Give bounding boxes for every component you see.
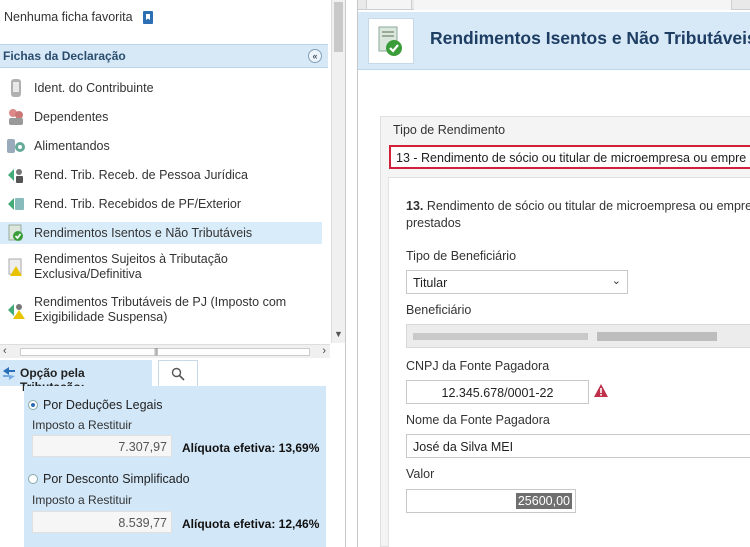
page-title: Rendimentos Isentos e Não Tributáveis	[430, 28, 750, 48]
exclusiva-icon	[8, 258, 22, 276]
option-desconto-simplificado[interactable]: Por Desconto Simplificado	[28, 472, 190, 486]
ficha-label: Alimentandos	[34, 138, 110, 153]
opcao-tabs: Opção pela Tributação:	[0, 360, 346, 394]
tipo-beneficiario-value: Titular	[413, 276, 448, 290]
rendimento-description: 13. Rendimento de sócio ou titular de mi…	[406, 198, 750, 232]
redacted-value	[597, 332, 717, 341]
tipo-beneficiario-select[interactable]: Titular ⌄	[406, 270, 628, 294]
tab-2[interactable]	[414, 0, 732, 10]
fichas-list: Ident. do Contribuinte Dependentes Alime…	[0, 73, 328, 343]
nome-fonte-label: Nome da Fonte Pagadora	[406, 413, 550, 427]
arrows-icon	[3, 367, 15, 380]
tipo-rendimento-select[interactable]: 13 - Rendimento de sócio ou titular de m…	[389, 145, 750, 169]
ficha-label: Rend. Trib. Receb. de Pessoa Jurídica	[34, 167, 249, 182]
ficha-label: Rend. Trib. Recebidos de PF/Exterior	[34, 196, 242, 211]
ficha-rend-pj[interactable]: Rend. Trib. Receb. de Pessoa Jurídica	[0, 164, 322, 186]
left-panel: Nenhuma ficha favorita Fichas da Declara…	[0, 0, 346, 547]
fichas-header[interactable]: Fichas da Declaração «	[0, 44, 328, 68]
cnpj-input[interactable]: 12.345.678/0001-22	[406, 380, 589, 404]
nome-fonte-input[interactable]: José da Silva MEI	[406, 434, 750, 458]
search-icon	[171, 367, 185, 381]
desc-number: 13.	[406, 199, 424, 213]
ficha-label: Dependentes	[34, 109, 109, 124]
redacted-value	[413, 333, 588, 340]
grip-icon: |||	[154, 347, 158, 356]
tab-search[interactable]	[158, 360, 198, 386]
cnpj-label: CNPJ da Fonte Pagadora	[406, 359, 550, 373]
suspensa-icon	[8, 304, 25, 319]
valor-input[interactable]: 25600,00	[406, 489, 576, 513]
desc-text: Rendimento de sócio ou titular de microe…	[406, 199, 750, 230]
horizontal-scrollbar[interactable]: ‹ ||| ›	[0, 344, 330, 358]
tipo-rendimento-label: Tipo de Rendimento	[393, 123, 506, 137]
valor-value: 25600,00	[515, 493, 572, 509]
imposto-value: 8.539,77	[32, 511, 172, 533]
aliquota-efetiva: Alíquota efetiva: 13,69%	[182, 441, 320, 455]
ficha-dependentes[interactable]: Dependentes	[0, 106, 322, 128]
valor-label: Valor	[406, 467, 435, 481]
bookmark-icon[interactable]	[142, 10, 154, 25]
favorites-bar: Nenhuma ficha favorita	[0, 0, 346, 38]
chevron-right-icon[interactable]: ›	[322, 345, 326, 357]
aliquota-efetiva: Alíquota efetiva: 12,46%	[182, 517, 320, 531]
ficha-label: Rendimentos Sujeitos à Tributação Exclus…	[34, 252, 228, 281]
form-container: Tipo de Rendimento 13 - Rendimento de só…	[380, 116, 750, 547]
ficha-alimentandos[interactable]: Alimentandos	[0, 135, 322, 157]
favorites-label: Nenhuma ficha favorita	[4, 10, 133, 24]
imposto-label: Imposto a Restituir	[32, 418, 133, 432]
chevron-down-icon: ⌄	[611, 275, 621, 287]
tab-opcao-tributacao[interactable]: Opção pela Tributação:	[0, 360, 152, 394]
tab-1[interactable]	[366, 0, 412, 10]
imposto-label: Imposto a Restituir	[32, 493, 133, 507]
ficha-isentos[interactable]: Rendimentos Isentos e Não Tributáveis	[0, 222, 322, 244]
alimentandos-icon	[7, 139, 25, 153]
contribuinte-icon	[11, 79, 21, 97]
fichas-title: Fichas da Declaração	[3, 49, 126, 63]
beneficiario-label: Beneficiário	[406, 303, 472, 317]
radio-deducoes[interactable]	[28, 400, 38, 410]
radio-simplificado[interactable]	[28, 474, 38, 484]
option-label: Por Deduções Legais	[43, 398, 163, 412]
ficha-label: Rendimentos Tributáveis de PJ (Imposto c…	[34, 295, 287, 324]
vertical-scrollbar[interactable]: ▼	[331, 0, 345, 343]
tab-strip	[358, 0, 750, 10]
rend-pj-icon	[8, 169, 23, 183]
page-header: Rendimentos Isentos e Não Tributáveis	[358, 12, 750, 70]
imposto-value: 7.307,97	[32, 435, 172, 457]
ficha-suspensa[interactable]: Rendimentos Tributáveis de PJ (Imposto c…	[0, 292, 322, 328]
ficha-ident-contribuinte[interactable]: Ident. do Contribuinte	[0, 77, 322, 99]
option-deducoes-legais[interactable]: Por Deduções Legais	[28, 398, 163, 412]
chevron-down-icon[interactable]: ▼	[334, 329, 343, 339]
ficha-exclusiva[interactable]: Rendimentos Sujeitos à Tributação Exclus…	[0, 249, 322, 285]
collapse-icon[interactable]: «	[308, 49, 322, 63]
dependentes-icon	[9, 109, 23, 125]
ficha-label: Ident. do Contribuinte	[34, 80, 154, 95]
scroll-thumb-horizontal[interactable]	[20, 348, 310, 356]
tipo-beneficiario-label: Tipo de Beneficiário	[406, 249, 517, 263]
chevron-left-icon[interactable]: ‹	[3, 345, 7, 357]
app-root: Nenhuma ficha favorita Fichas da Declara…	[0, 0, 750, 547]
warning-icon	[594, 384, 608, 397]
isentos-icon	[8, 224, 23, 241]
ficha-label: Rendimentos Isentos e Não Tributáveis	[34, 225, 253, 240]
opcao-body: Por Deduções Legais Imposto a Restituir …	[24, 386, 326, 547]
scroll-thumb[interactable]	[334, 2, 343, 52]
option-label: Por Desconto Simplificado	[43, 472, 190, 486]
beneficiario-field	[406, 324, 750, 348]
isentos-icon	[368, 18, 414, 64]
main-panel: Rendimentos Isentos e Não Tributáveis Ti…	[357, 0, 750, 547]
rend-pf-icon	[8, 198, 24, 210]
ficha-rend-pf[interactable]: Rend. Trib. Recebidos de PF/Exterior	[0, 193, 322, 215]
form-fields: 13. Rendimento de sócio ou titular de mi…	[388, 177, 750, 547]
